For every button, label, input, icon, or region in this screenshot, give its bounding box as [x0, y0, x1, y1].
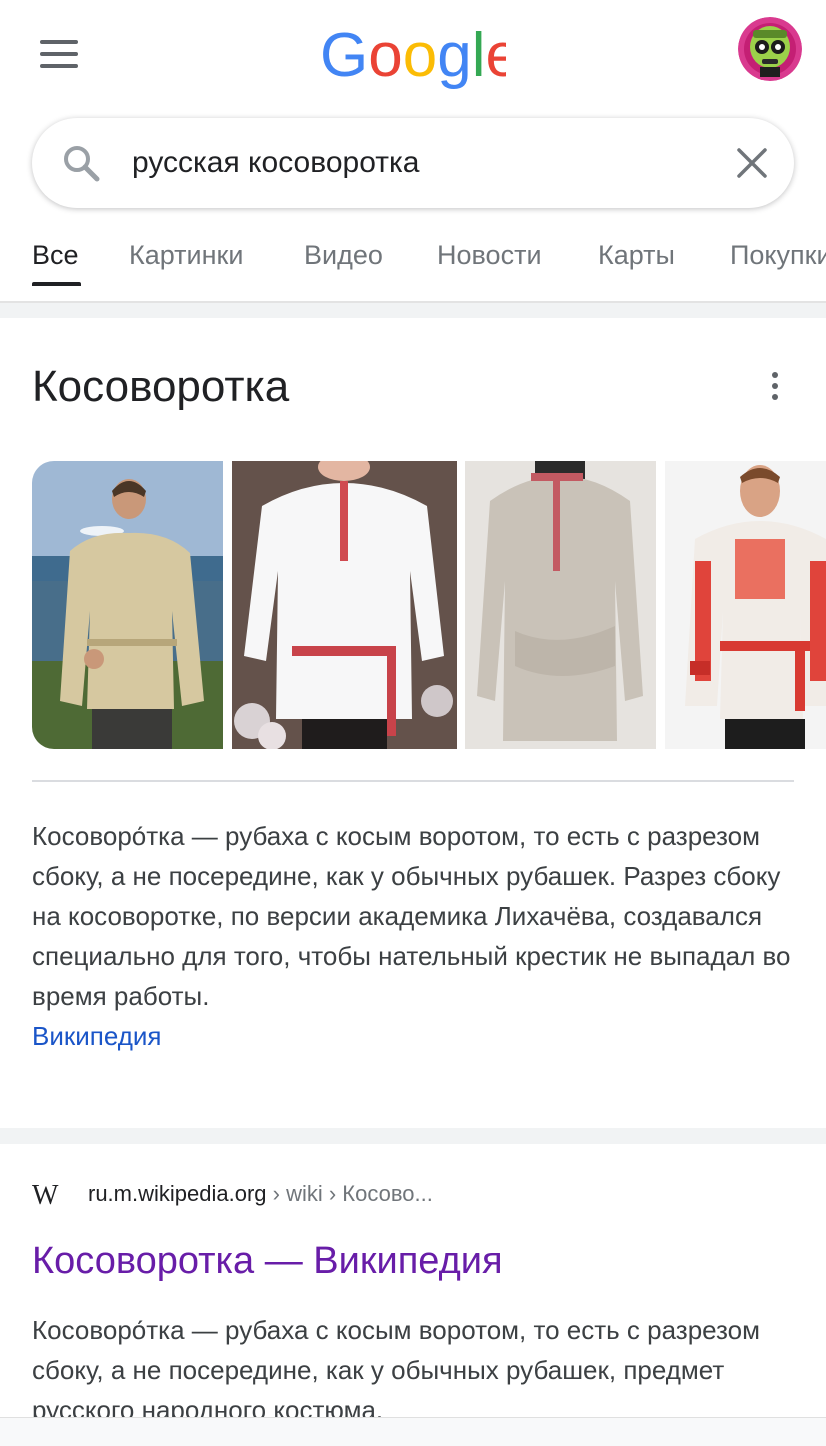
logo-letter: e	[485, 21, 506, 90]
result-domain: ru.m.wikipedia.org	[88, 1181, 267, 1206]
kp-image-1[interactable]	[32, 461, 223, 749]
tab-all[interactable]: Все	[32, 240, 79, 271]
search-icon[interactable]	[60, 142, 102, 184]
tab-video[interactable]: Видео	[304, 240, 383, 271]
result-path: › wiki › Косово...	[266, 1181, 433, 1206]
logo-letter: o	[368, 21, 402, 90]
tab-images[interactable]: Картинки	[129, 240, 243, 271]
logo-letter: G	[320, 21, 368, 90]
logo-letter: g	[437, 21, 471, 90]
logo-letter: o	[403, 21, 437, 90]
logo-letter: l	[472, 21, 486, 90]
section-gap	[0, 1128, 826, 1144]
clear-icon[interactable]	[732, 143, 772, 183]
google-logo-text: Google	[320, 21, 506, 90]
kp-image-4[interactable]	[665, 461, 826, 749]
search-input[interactable]	[132, 138, 692, 188]
knowledge-panel-divider	[32, 780, 794, 782]
result-url[interactable]: ru.m.wikipedia.org › wiki › Косово...	[88, 1181, 433, 1207]
knowledge-panel-title: Косоворотка	[32, 362, 290, 411]
bottom-bar	[0, 1417, 826, 1446]
source-link-wikipedia[interactable]: Википедия	[32, 1016, 162, 1056]
top-bar: Google	[0, 0, 826, 110]
menu-icon[interactable]	[40, 40, 80, 68]
kp-image-2[interactable]	[232, 461, 457, 749]
result-snippet: Косоворо́тка — рубаха с косым воротом, т…	[32, 1315, 761, 1425]
kp-image-3[interactable]	[465, 461, 656, 749]
knowledge-panel-description: Косоворо́тка — рубаха с косым воротом, т…	[32, 816, 802, 1056]
description-text: Косоворо́тка — рубаха с косым воротом, т…	[32, 821, 791, 1011]
tab-maps[interactable]: Карты	[598, 240, 675, 271]
tab-shopping[interactable]: Покупки	[730, 240, 826, 271]
search-tabs: Все Картинки Видео Новости Карты Покупки	[0, 236, 826, 302]
account-avatar[interactable]	[738, 17, 802, 81]
search-box	[32, 118, 794, 208]
section-gap	[0, 303, 826, 318]
active-tab-indicator	[32, 282, 81, 286]
tab-news[interactable]: Новости	[437, 240, 542, 271]
wikipedia-favicon-icon: W	[32, 1180, 58, 1211]
google-logo[interactable]: Google	[320, 18, 506, 94]
more-options-icon[interactable]	[760, 370, 790, 404]
result-title-link[interactable]: Косоворотка — Википедия	[32, 1240, 503, 1283]
